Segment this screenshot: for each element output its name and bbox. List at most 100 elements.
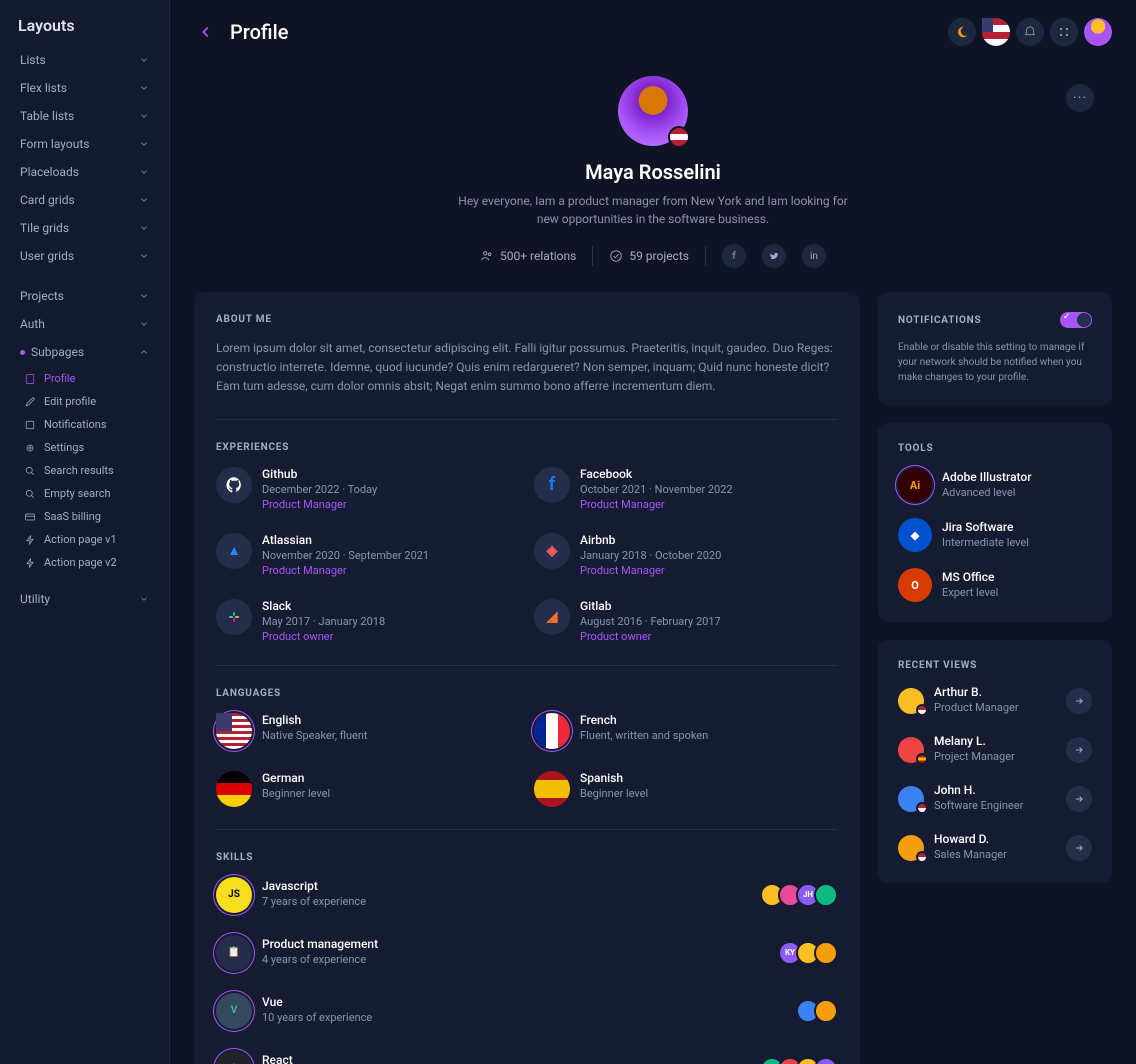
experience-item: SlackMay 2017 · January 2018Product owne…	[216, 599, 520, 643]
view-button[interactable]	[1066, 786, 1092, 812]
nav-card-grids[interactable]: Card grids	[12, 187, 157, 213]
exp-role: Product Manager	[262, 564, 520, 577]
bell-icon	[24, 419, 36, 431]
sub-empty-search[interactable]: Empty search	[16, 482, 157, 505]
nav-utility[interactable]: Utility	[12, 586, 157, 612]
nav-flex-lists[interactable]: Flex lists	[12, 75, 157, 101]
skill-item: JSJavascript7 years of experienceJH	[216, 877, 838, 913]
exp-date: January 2018 · October 2020	[580, 549, 838, 562]
sub-settings[interactable]: Settings	[16, 436, 157, 459]
sub-action-v1[interactable]: Action page v1	[16, 528, 157, 551]
notifications-button[interactable]	[1016, 18, 1044, 46]
sub-notifications[interactable]: Notifications	[16, 413, 157, 436]
lang-name: German	[262, 771, 520, 785]
divider	[216, 665, 838, 666]
divider	[216, 829, 838, 830]
experience-item: GithubDecember 2022 · TodayProduct Manag…	[216, 467, 520, 511]
avatar-stack[interactable]	[796, 999, 838, 1023]
check-circle-icon	[609, 249, 623, 263]
lang-name: English	[262, 713, 520, 727]
page-title: Profile	[230, 20, 288, 44]
de-flag-icon	[216, 771, 252, 807]
tool-item: ◆Jira SoftwareIntermediate level	[898, 518, 1092, 552]
exp-company: Github	[262, 467, 520, 481]
view-button[interactable]	[1066, 688, 1092, 714]
sub-saas-billing[interactable]: SaaS billing	[16, 505, 157, 528]
jira-icon: ◆	[898, 518, 932, 552]
apps-button[interactable]	[1050, 18, 1078, 46]
avatar	[898, 737, 924, 763]
more-button[interactable]: ···	[1066, 84, 1094, 112]
nav-tile-grids[interactable]: Tile grids	[12, 215, 157, 241]
tool-name: Adobe Illustrator	[942, 470, 1031, 484]
avatar-stack[interactable]: MW	[760, 1057, 838, 1064]
nav-placeloads[interactable]: Placeloads	[12, 159, 157, 185]
theme-toggle[interactable]	[948, 18, 976, 46]
nav-lists[interactable]: Lists	[12, 47, 157, 73]
view-button[interactable]	[1066, 835, 1092, 861]
card-title: NOTIFICATIONS	[898, 315, 981, 326]
skill-name: Product management	[262, 937, 378, 951]
arrow-right-icon	[1074, 745, 1084, 755]
experience-item: fFacebookOctober 2021 · November 2022Pro…	[534, 467, 838, 511]
chevron-down-icon	[139, 594, 149, 604]
gear-icon	[24, 442, 36, 454]
sub-profile[interactable]: Profile	[16, 367, 157, 390]
nav-subpages[interactable]: Subpages	[12, 339, 157, 365]
nav-auth[interactable]: Auth	[12, 311, 157, 337]
nav-form-layouts[interactable]: Form layouts	[12, 131, 157, 157]
user-avatar[interactable]	[1084, 18, 1112, 46]
sub-edit-profile[interactable]: Edit profile	[16, 390, 157, 413]
card-title: SKILLS	[216, 852, 838, 863]
linkedin-button[interactable]: in	[802, 244, 826, 268]
back-button[interactable]	[194, 20, 218, 44]
card-icon	[24, 511, 36, 523]
avatar-stack[interactable]: KY	[778, 941, 838, 965]
us-flag-icon	[668, 126, 690, 148]
facebook-icon: f	[534, 467, 570, 503]
view-button[interactable]	[1066, 737, 1092, 763]
language-item: FrenchFluent, written and spoken	[534, 713, 838, 749]
users-icon	[480, 249, 494, 263]
recent-item: John H.Software Engineer	[898, 783, 1092, 814]
arrow-right-icon	[1074, 843, 1084, 853]
chevron-down-icon	[139, 223, 149, 233]
javascript-icon: JS	[216, 877, 252, 913]
card-title: ABOUT ME	[216, 314, 838, 325]
experience-item: ▲AtlassianNovember 2020 · September 2021…	[216, 533, 520, 577]
nav-table-lists[interactable]: Table lists	[12, 103, 157, 129]
skill-item: ⚛React10 years of experienceMW	[216, 1051, 838, 1064]
nav-projects[interactable]: Projects	[12, 283, 157, 309]
exp-company: Airbnb	[580, 533, 838, 547]
chevron-up-icon	[139, 347, 149, 357]
us-flag-icon	[982, 18, 993, 32]
profile-avatar	[618, 76, 688, 146]
profile-bio: Hey everyone, Iam a product manager from…	[453, 192, 853, 228]
atlassian-icon: ▲	[216, 533, 252, 569]
chevron-down-icon	[139, 251, 149, 261]
slack-icon	[216, 599, 252, 635]
moon-icon	[955, 25, 969, 39]
language-button[interactable]	[982, 18, 1010, 46]
profile-name: Maya Rosselini	[585, 160, 721, 184]
nav-group-layouts: Lists Flex lists Table lists Form layout…	[12, 47, 157, 269]
avatar-stack[interactable]: JH	[760, 883, 838, 907]
arrow-right-icon	[1074, 794, 1084, 804]
skill-name: React	[262, 1053, 372, 1064]
card-title: LANGUAGES	[216, 688, 838, 699]
nav-user-grids[interactable]: User grids	[12, 243, 157, 269]
chevron-down-icon	[139, 83, 149, 93]
airbnb-icon: ◈	[534, 533, 570, 569]
language-item: SpanishBeginner level	[534, 771, 838, 807]
sub-search-results[interactable]: Search results	[16, 459, 157, 482]
twitter-button[interactable]	[762, 244, 786, 268]
recent-role: Product Manager	[934, 701, 1019, 714]
sub-action-v2[interactable]: Action page v2	[16, 551, 157, 574]
recent-views-card: RECENT VIEWS Arthur B.Product Manager Me…	[878, 640, 1112, 883]
facebook-button[interactable]: f	[722, 244, 746, 268]
recent-role: Project Manager	[934, 750, 1015, 763]
notifications-toggle[interactable]	[1060, 312, 1092, 328]
about-card: ABOUT ME Lorem ipsum dolor sit amet, con…	[194, 292, 860, 1064]
notifications-text: Enable or disable this setting to manage…	[898, 340, 1092, 385]
recent-role: Sales Manager	[934, 848, 1007, 861]
